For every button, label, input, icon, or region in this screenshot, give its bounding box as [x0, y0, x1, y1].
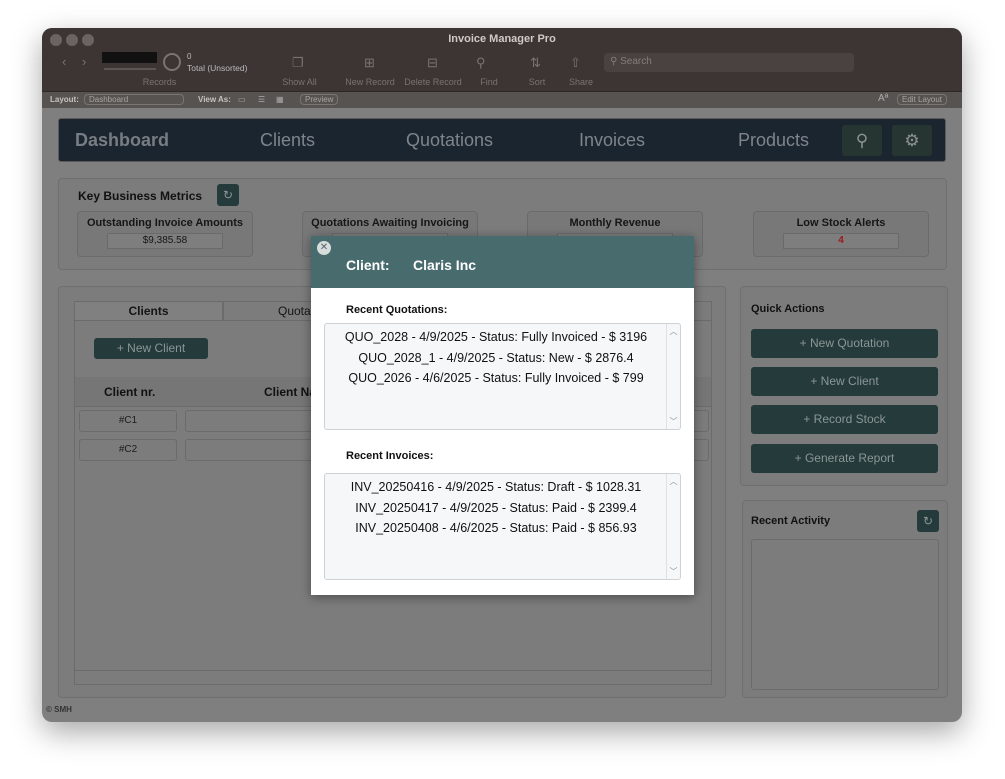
generate-report-button[interactable]: + Generate Report [751, 444, 938, 473]
quotation-item[interactable]: QUO_2028_1 - 4/9/2025 - Status: New - $ … [325, 348, 667, 369]
delete-record-button[interactable]: Delete Record [402, 77, 464, 87]
sort-button[interactable]: Sort [522, 77, 552, 87]
share-button[interactable]: Share [564, 77, 598, 87]
quick-actions-title: Quick Actions [751, 303, 825, 315]
metric-label: Monthly Revenue [569, 217, 661, 229]
search-icon: ⚲ [855, 131, 869, 150]
new-client-button[interactable]: + New Client [94, 338, 208, 359]
forward-icon[interactable]: › [82, 54, 86, 69]
close-modal-button[interactable]: ✕ [317, 241, 331, 255]
invoice-item[interactable]: INV_20250416 - 4/9/2025 - Status: Draft … [325, 477, 667, 498]
view-list-icon[interactable]: ☰ [258, 95, 265, 104]
quotation-item[interactable]: QUO_2026 - 4/6/2025 - Status: Fully Invo… [325, 368, 667, 389]
search-input[interactable]: ⚲ Search [604, 53, 854, 72]
main-nav: Dashboard Clients Quotations Invoices Pr… [58, 118, 946, 162]
chevron-up-icon[interactable]: ︿ [667, 476, 680, 487]
total-label: Total (Unsorted) [187, 63, 248, 73]
invoice-item[interactable]: INV_20250408 - 4/6/2025 - Status: Paid -… [325, 518, 667, 539]
refresh-activity-button[interactable]: ↻ [917, 510, 939, 532]
quotation-item[interactable]: QUO_2028 - 4/9/2025 - Status: Fully Invo… [325, 327, 667, 348]
refresh-icon: ↻ [222, 188, 234, 202]
metrics-title: Key Business Metrics [78, 189, 203, 203]
back-icon[interactable]: ‹ [62, 54, 66, 69]
text-size-icon[interactable]: Aª [878, 93, 888, 104]
search-icon: ⚲ [610, 56, 621, 67]
metric-label: Quotations Awaiting Invoicing [311, 217, 469, 229]
nav-quotations[interactable]: Quotations [406, 130, 493, 151]
search-placeholder: Search [620, 56, 652, 67]
edit-layout-button[interactable]: Edit Layout [897, 94, 948, 105]
layout-bar: Layout: Dashboard View As: ▭ ☰ ▦ Preview… [42, 91, 962, 108]
nav-clients[interactable]: Clients [260, 130, 315, 151]
metric-label: Low Stock Alerts [796, 217, 886, 229]
chevron-up-icon[interactable]: ︿ [667, 326, 680, 337]
close-icon: ✕ [319, 242, 329, 253]
metric-low-stock: Low Stock Alerts 4 [753, 211, 929, 257]
copyright: © SMH [46, 705, 72, 714]
column-client-nr: Client nr. [104, 385, 156, 399]
new-record-icon: ⊞ [364, 55, 375, 70]
metric-outstanding: Outstanding Invoice Amounts $9,385.58 [77, 211, 253, 257]
preview-button[interactable]: Preview [300, 94, 339, 105]
app-window: Invoice Manager Pro ‹ › 0 Total (Unsorte… [42, 28, 962, 722]
divider [75, 670, 711, 671]
column-client-name: Client Na [264, 385, 317, 399]
modal-header: ✕ Client: Claris Inc [311, 236, 694, 288]
settings-button[interactable]: ⚙ [892, 125, 932, 156]
quick-new-client-button[interactable]: + New Client [751, 367, 938, 396]
client-nr-cell: #C1 [79, 410, 177, 432]
tab-clients[interactable]: Clients [74, 301, 223, 321]
view-table-icon[interactable]: ▦ [276, 95, 284, 104]
delete-record-icon: ⊟ [427, 55, 438, 70]
show-all-icon: ❐ [292, 55, 304, 70]
view-as-label: View As: [198, 95, 231, 104]
chevron-down-icon[interactable]: ﹀ [667, 416, 680, 427]
recent-activity-title: Recent Activity [751, 515, 831, 527]
nav-products[interactable]: Products [738, 130, 809, 151]
new-record-button[interactable]: New Record [342, 77, 398, 87]
nav-invoices[interactable]: Invoices [579, 130, 645, 151]
client-nr-cell: #C2 [79, 439, 177, 461]
metric-value: $9,385.58 [107, 233, 223, 249]
nav-dashboard[interactable]: Dashboard [75, 130, 169, 151]
scrollbar[interactable]: ︿ ﹀ [666, 474, 680, 579]
layout-label: Layout: [50, 95, 79, 104]
chevron-down-icon[interactable]: ﹀ [667, 566, 680, 577]
recent-invoices-label: Recent Invoices: [346, 450, 434, 462]
pie-icon [163, 53, 181, 71]
recent-activity-panel: Recent Activity ↻ [742, 500, 948, 698]
view-form-icon[interactable]: ▭ [238, 95, 246, 104]
invoices-list[interactable]: INV_20250416 - 4/9/2025 - Status: Draft … [324, 473, 681, 580]
record-count: 0 [187, 52, 192, 61]
refresh-metrics-button[interactable]: ↻ [217, 184, 239, 206]
new-quotation-button[interactable]: + New Quotation [751, 329, 938, 358]
layout-select[interactable]: Dashboard [84, 94, 184, 105]
find-icon: ⚲ [476, 55, 486, 70]
metric-value: 4 [783, 233, 899, 249]
client-label: Client: [346, 257, 390, 273]
client-detail-modal: ✕ Client: Claris Inc Recent Quotations: … [311, 236, 694, 595]
client-name: Claris Inc [413, 257, 477, 273]
recent-quotations-label: Recent Quotations: [346, 304, 448, 316]
quotations-list[interactable]: QUO_2028 - 4/9/2025 - Status: Fully Invo… [324, 323, 681, 430]
show-all-button[interactable]: Show All [277, 77, 322, 87]
record-stock-button[interactable]: + Record Stock [751, 405, 938, 434]
record-slider[interactable] [104, 68, 156, 70]
toolbar: Invoice Manager Pro ‹ › 0 Total (Unsorte… [42, 28, 962, 91]
records-label: Records [142, 77, 177, 87]
sort-icon: ⇅ [530, 55, 541, 70]
window-title: Invoice Manager Pro [448, 33, 556, 45]
invoice-item[interactable]: INV_20250417 - 4/9/2025 - Status: Paid -… [325, 498, 667, 519]
search-button[interactable]: ⚲ [842, 125, 882, 156]
refresh-icon: ↻ [922, 514, 934, 528]
metric-label: Outstanding Invoice Amounts [86, 217, 244, 229]
share-icon: ⇧ [570, 55, 581, 70]
scrollbar[interactable]: ︿ ﹀ [666, 324, 680, 429]
gear-icon: ⚙ [904, 131, 920, 150]
activity-list[interactable] [751, 539, 939, 690]
record-input[interactable] [102, 52, 157, 63]
find-button[interactable]: Find [474, 77, 504, 87]
quick-actions-panel: Quick Actions + New Quotation + New Clie… [740, 286, 948, 486]
